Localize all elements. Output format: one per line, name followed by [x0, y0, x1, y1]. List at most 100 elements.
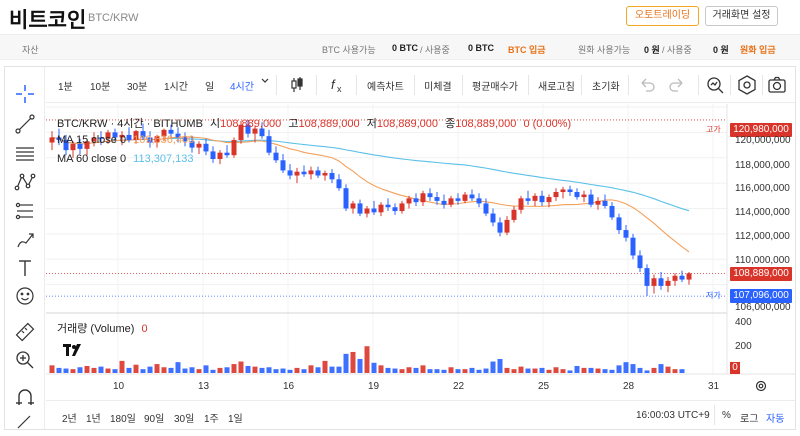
- candle: [476, 198, 482, 204]
- volume-bar: [154, 364, 160, 373]
- ma60-value: 113,307,133: [133, 153, 194, 165]
- range-1w[interactable]: 1주: [204, 410, 219, 425]
- volume-bar: [203, 365, 209, 373]
- volume-bar: [350, 351, 356, 373]
- percent-toggle[interactable]: %: [722, 410, 731, 421]
- x-tick: 28: [623, 381, 635, 392]
- high-tag: 고가: [706, 125, 721, 134]
- volume-bar: [119, 360, 125, 373]
- candle: [420, 193, 426, 203]
- ma15-legend: MA 15 close 0 109,636,400: [57, 134, 194, 146]
- candle: [651, 278, 657, 286]
- range-180d[interactable]: 180일: [110, 410, 136, 425]
- candle: [273, 152, 279, 161]
- range-30d[interactable]: 30일: [174, 410, 194, 425]
- volume-bar: [623, 362, 629, 373]
- volume-bar: [434, 369, 440, 373]
- volume-bar: [133, 364, 139, 373]
- candle: [609, 205, 615, 218]
- candle: [224, 152, 230, 156]
- volume-bar: [630, 364, 636, 373]
- volume-bar: [553, 367, 559, 373]
- log-toggle[interactable]: 로그: [740, 410, 758, 425]
- candle: [217, 152, 223, 160]
- candle: [378, 204, 384, 213]
- price-chart[interactable]: [0, 0, 800, 434]
- volume-bar: [315, 367, 321, 373]
- candle: [413, 198, 419, 203]
- candle: [280, 160, 286, 171]
- volume-bar: [560, 369, 566, 373]
- volume-bar: [595, 368, 601, 373]
- range-90d[interactable]: 90일: [144, 410, 164, 425]
- axis-settings-icon[interactable]: [754, 379, 768, 396]
- range-2y[interactable]: 2년: [62, 410, 77, 425]
- volume-bar: [385, 367, 391, 373]
- volume-bar: [224, 367, 230, 373]
- candle: [553, 192, 559, 198]
- legend-low: 108,889,000: [376, 118, 439, 130]
- candle: [560, 189, 566, 193]
- volume-bar: [266, 367, 272, 373]
- volume-bar: [483, 368, 489, 373]
- range-1y[interactable]: 1년: [86, 410, 101, 425]
- volume-bar: [462, 369, 468, 373]
- volume-bar: [399, 369, 405, 373]
- x-tick: 31: [708, 381, 720, 392]
- candle: [672, 275, 678, 281]
- candle: [287, 170, 293, 176]
- candle: [294, 171, 300, 176]
- candle: [686, 273, 692, 280]
- volume-bar: [567, 370, 573, 373]
- volume-bar: [189, 367, 195, 373]
- candle: [301, 171, 307, 175]
- candle: [511, 209, 517, 220]
- candle: [567, 189, 573, 193]
- volume-bar: [378, 365, 384, 373]
- volume-bar: [77, 367, 83, 373]
- volume-bar: [441, 369, 447, 373]
- candle: [679, 275, 685, 280]
- volume-bar: [301, 369, 307, 373]
- candle: [665, 280, 671, 286]
- candle: [203, 143, 209, 152]
- volume-current-label: 0: [730, 362, 740, 374]
- volume-bar: [231, 364, 237, 373]
- volume-bar: [161, 367, 167, 373]
- x-tick: 10: [113, 381, 125, 392]
- volume-bar: [609, 369, 615, 373]
- volume-bar: [273, 369, 279, 373]
- volume-bar: [364, 346, 370, 373]
- volume-bar: [497, 358, 503, 373]
- candle: [602, 200, 608, 206]
- candle: [427, 193, 433, 198]
- candle: [490, 213, 496, 223]
- candle: [455, 198, 461, 201]
- volume-label: 거래량 (Volume): [57, 323, 135, 335]
- candle: [357, 203, 363, 214]
- volume-bar: [210, 369, 216, 373]
- volume-bar: [287, 369, 293, 373]
- volume-bar: [168, 367, 174, 373]
- candle: [364, 208, 370, 214]
- volume-bar: [105, 368, 111, 373]
- volume-bar: [469, 367, 475, 373]
- volume-bar: [322, 360, 328, 373]
- candle: [546, 197, 552, 203]
- auto-toggle[interactable]: 자동: [766, 410, 784, 425]
- volume-bar: [126, 367, 132, 373]
- legend-close-label: 종: [445, 118, 456, 130]
- range-bar: 2년 1년 180일 90일 30일 1주 1일 16:00:03 UTC+9 …: [46, 400, 795, 428]
- y-tick: 120,000,000: [735, 135, 791, 146]
- candle: [623, 230, 629, 238]
- candle: [343, 188, 349, 209]
- volume-bar: [98, 366, 104, 373]
- volume-bar: [49, 365, 55, 373]
- volume-bar: [448, 367, 454, 373]
- candle: [574, 192, 580, 198]
- x-tick: 25: [538, 381, 550, 392]
- candle: [518, 198, 524, 210]
- range-1d[interactable]: 1일: [228, 410, 243, 425]
- volume-bar: [679, 369, 685, 373]
- candle: [581, 194, 587, 198]
